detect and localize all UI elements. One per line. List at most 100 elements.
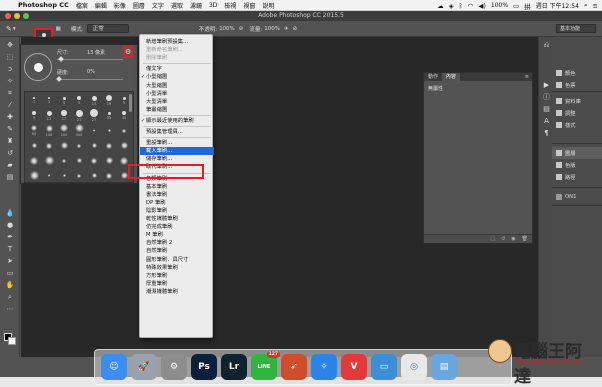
brush-preset[interactable] — [102, 139, 116, 152]
dock-app-lightroom[interactable]: Lr — [221, 354, 247, 380]
workspace-dropdown[interactable]: 基本功能 — [556, 24, 596, 33]
menu-item[interactable]: 潮濕媒體筆刷 — [140, 288, 214, 296]
brush-preset[interactable]: 13 — [87, 94, 101, 107]
brush-preset[interactable] — [72, 139, 86, 152]
brush-preset[interactable] — [27, 169, 41, 182]
brush-preset[interactable] — [102, 154, 116, 167]
brush-preset[interactable]: 35 — [102, 109, 116, 122]
toggle-brush-panel-icon[interactable]: ▦ — [56, 26, 61, 32]
volume-icon[interactable]: ◀) — [478, 2, 486, 10]
quick-select-tool-icon[interactable]: ✧ — [5, 77, 15, 86]
menu-item[interactable]: DP 筆刷 — [140, 199, 214, 207]
crop-tool-icon[interactable]: ⌗ — [5, 89, 15, 98]
more-tools-icon[interactable]: ⋯ — [5, 305, 15, 314]
menu-item[interactable]: 基本筆刷 — [140, 183, 214, 191]
panel-menu-icon[interactable]: ≡ — [525, 73, 529, 81]
panel-layers[interactable]: 圖層 — [552, 147, 602, 159]
dock-app-safari[interactable]: ✧ — [311, 354, 337, 380]
brush-preset[interactable] — [42, 139, 56, 152]
spotlight-icon[interactable]: ⌕ — [584, 1, 588, 10]
brush-preset[interactable] — [42, 154, 56, 167]
menu-select[interactable]: 選取 — [171, 1, 183, 10]
panel-channels[interactable]: 色版 — [552, 159, 602, 171]
brush-preset[interactable]: 200 — [57, 124, 71, 137]
background-color[interactable] — [8, 337, 16, 345]
move-tool-icon[interactable]: ✥ — [5, 41, 15, 50]
tab-actions[interactable]: 動作 — [424, 73, 442, 81]
hardness-value[interactable]: 0% — [87, 69, 95, 75]
brush-preset[interactable]: 300 — [72, 124, 86, 137]
brush-preset[interactable] — [72, 169, 86, 182]
menu-file[interactable]: 檔案 — [76, 1, 88, 10]
panel-swatches[interactable]: 色票 — [552, 79, 602, 91]
dock-app-photoshop[interactable]: Ps — [191, 354, 217, 380]
history-icon[interactable]: ⎌ — [542, 41, 551, 50]
input-method-icon[interactable]: 拼 — [524, 1, 531, 11]
clone-stamp-tool-icon[interactable]: ♜ — [5, 137, 15, 146]
mode-dropdown[interactable]: 正常 — [86, 24, 129, 33]
panel-adjustments[interactable]: 調整 — [552, 107, 602, 119]
brush-preset[interactable] — [117, 124, 131, 137]
brush-preset[interactable]: 65 — [27, 124, 41, 137]
dock-app-line[interactable]: LINE 127 — [251, 351, 280, 380]
brush-preset[interactable]: 1 — [27, 94, 41, 107]
menu-help[interactable]: 說明 — [262, 1, 274, 10]
menu-item[interactable]: 陰影筆刷 — [140, 207, 214, 215]
brush-preset[interactable]: 17 — [57, 109, 71, 122]
brush-preset[interactable]: 9 — [27, 109, 41, 122]
size-slider[interactable] — [57, 59, 123, 60]
dock-app-folder[interactable]: ▤ — [431, 354, 457, 380]
notification-icon[interactable]: ≡ — [593, 2, 598, 10]
menu-item[interactable]: 筆畫縮圖 — [140, 106, 214, 114]
menu-item[interactable]: 自然筆刷 2 — [140, 239, 214, 247]
panel-on1[interactable]: ON1 — [552, 191, 602, 203]
minimize-window-button[interactable] — [14, 13, 20, 19]
menu-item[interactable]: 特殊效果筆刷 — [140, 264, 214, 272]
brush-preset[interactable] — [117, 139, 131, 152]
properties-icon[interactable]: ▤ — [542, 105, 551, 114]
flow-value[interactable]: 100% — [264, 26, 280, 32]
wifi-icon[interactable]: ◠ — [468, 2, 474, 10]
dock-app-launchpad[interactable]: 🚀 — [131, 354, 157, 380]
menu-window[interactable]: 視窗 — [243, 1, 255, 10]
menu-layer[interactable]: 圖層 — [133, 1, 145, 10]
dock-app-screen[interactable]: ▭ — [371, 354, 397, 380]
path-select-tool-icon[interactable]: ➤ — [5, 257, 15, 266]
marquee-tool-icon[interactable]: ⬚ — [5, 53, 15, 62]
visibility-icon[interactable]: ◉ — [511, 236, 515, 242]
menu-item[interactable]: 重設筆刷... — [140, 139, 214, 147]
menu-view[interactable]: 檢視 — [224, 1, 236, 10]
shape-tool-icon[interactable]: ▭ — [5, 269, 15, 278]
airbrush-icon[interactable]: ✈ — [284, 26, 289, 32]
zoom-tool-icon[interactable]: ⌕ — [5, 293, 15, 302]
trash-icon[interactable]: 🗑 — [522, 236, 528, 242]
menu-filter[interactable]: 濾鏡 — [190, 1, 202, 10]
size-pressure-icon[interactable]: ⊘ — [293, 26, 298, 32]
brush-preset[interactable] — [87, 169, 101, 182]
menu-item[interactable]: M 筆刷 — [140, 231, 214, 239]
brush-preset[interactable] — [57, 154, 71, 167]
brush-preset[interactable]: 45 — [117, 109, 131, 122]
menu-item[interactable]: 預設集管理員... — [140, 128, 214, 136]
clock[interactable]: 週日 下午12:54 — [536, 1, 579, 10]
dock-app-vivaldi[interactable]: V — [341, 354, 367, 380]
dodge-tool-icon[interactable]: ● — [5, 221, 15, 230]
history-brush-tool-icon[interactable]: ↺ — [5, 149, 15, 158]
panel-libraries[interactable]: 資料庫 — [552, 95, 602, 107]
panel-styles[interactable]: 樣式 — [552, 119, 602, 131]
menu-item[interactable]: 圓形筆刷．具尺寸 — [140, 256, 214, 264]
brush-preset[interactable]: 3 — [42, 94, 56, 107]
healing-tool-icon[interactable]: ✚ — [5, 113, 15, 122]
battery-icon[interactable]: ▭ — [513, 2, 519, 10]
blur-tool-icon[interactable]: 💧 — [5, 209, 15, 218]
brush-preset[interactable] — [57, 169, 71, 182]
paragraph-icon[interactable]: ¶ — [542, 129, 551, 138]
lasso-tool-icon[interactable]: ɔ — [5, 65, 15, 74]
tool-preset-chevron-icon[interactable]: ▾ — [13, 26, 16, 32]
menu-item[interactable]: 自然筆刷 — [140, 247, 214, 255]
brush-preset[interactable] — [87, 124, 101, 137]
dock-app-chrome[interactable]: ◎ — [401, 354, 427, 380]
brush-tool-icon[interactable]: ✎ — [6, 25, 12, 33]
brush-preset[interactable] — [102, 124, 116, 137]
zoom-window-button[interactable] — [23, 13, 29, 19]
